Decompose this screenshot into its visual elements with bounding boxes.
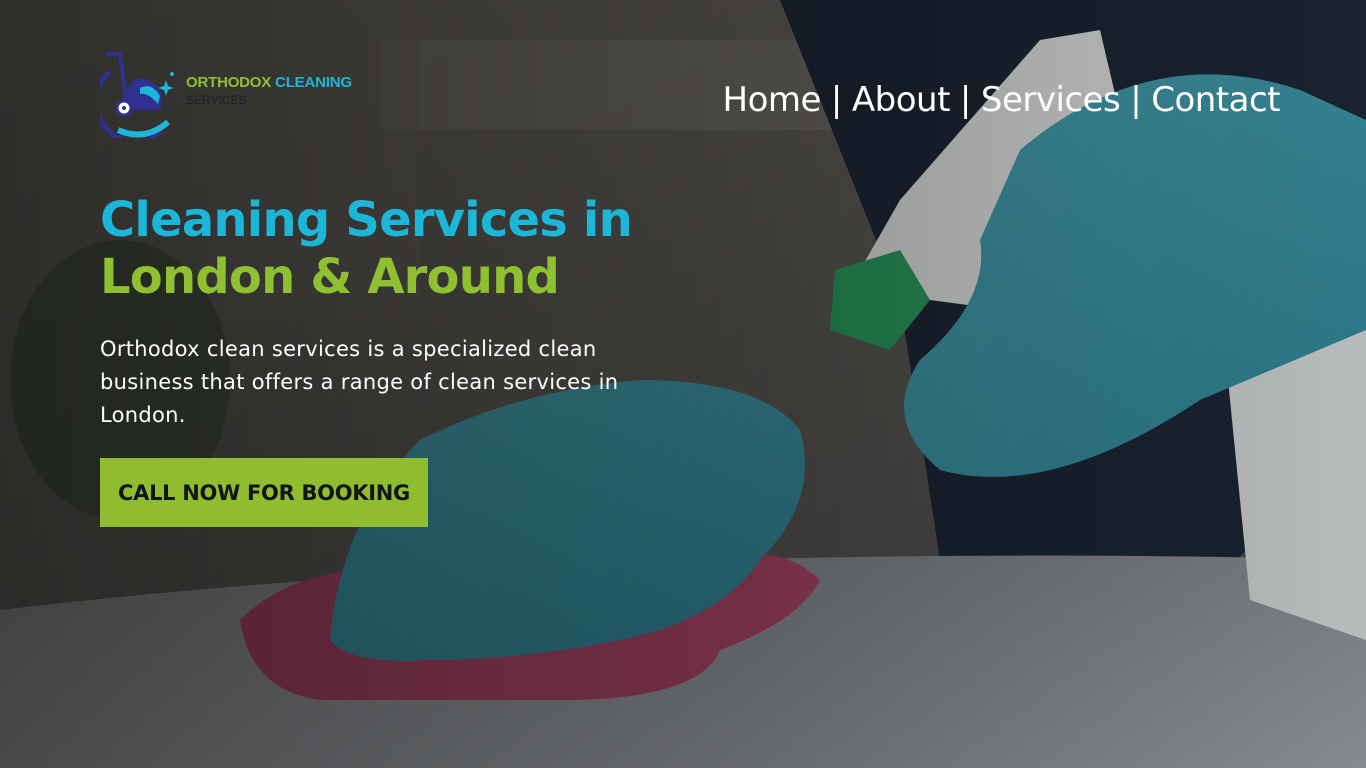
hero-headline: Cleaning Services in London & Around [100,192,633,306]
nav-separator: | [1130,80,1142,120]
nav-separator: | [830,80,842,120]
brand-name-part2: CLEANING [275,74,352,91]
nav-link-services[interactable]: Services [981,80,1121,120]
brand-name-part1: ORTHODOX [186,74,272,91]
hero-description: Orthodox clean services is a specialized… [100,337,619,427]
brand-tagline: SERVICES [186,93,247,107]
brand-name: ORTHODOX CLEANING SERVICES [186,74,352,107]
call-now-button[interactable]: CALL NOW FOR BOOKING [100,458,428,527]
nav-link-home[interactable]: Home [723,80,822,120]
main-navigation: Home | About | Services | Contact [723,80,1281,120]
vacuum-cleaner-icon [100,52,174,138]
hero-headline-line1: Cleaning Services in [100,192,633,248]
nav-link-contact[interactable]: Contact [1151,80,1280,120]
brand-title: ORTHODOX CLEANING [186,74,352,91]
nav-separator: | [959,80,971,120]
hero-headline-line2: London & Around [100,249,560,305]
nav-link-about[interactable]: About [852,80,951,120]
brand-logo[interactable]: ORTHODOX CLEANING SERVICES [100,52,370,138]
hero-section: ORTHODOX CLEANING SERVICES Home | About | Ser… [0,0,1366,768]
